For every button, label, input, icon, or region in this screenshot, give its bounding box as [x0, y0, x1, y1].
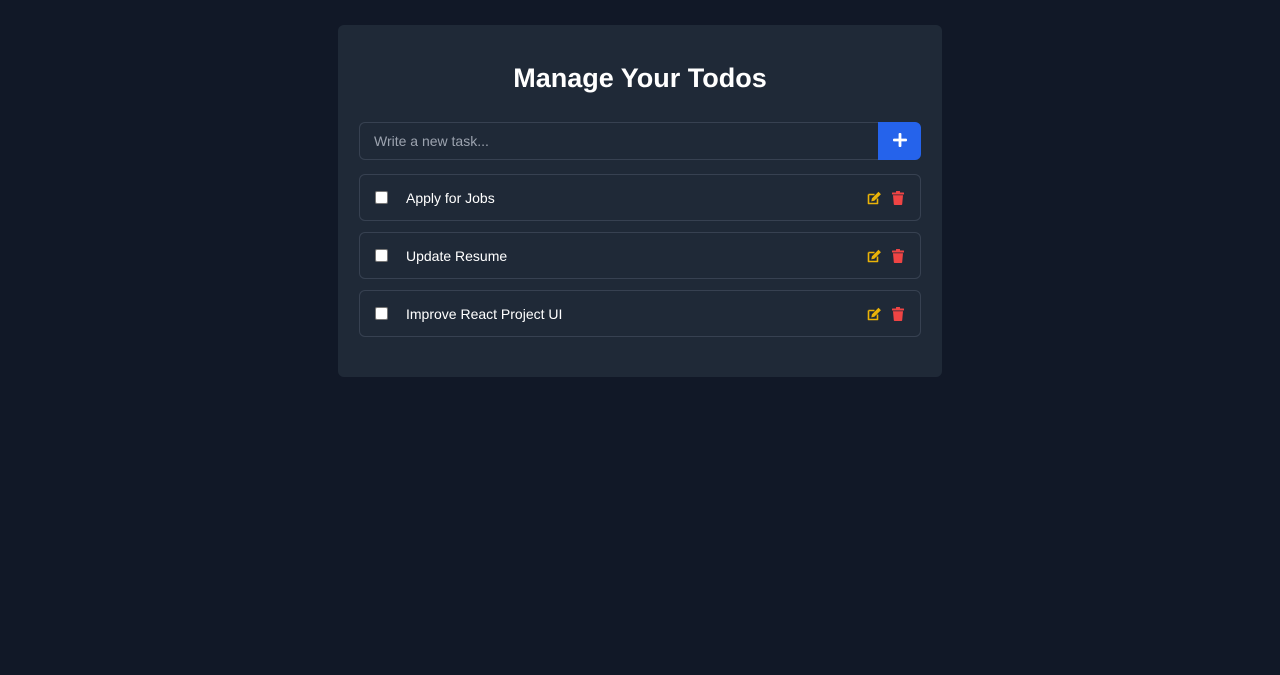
trash-icon[interactable] — [890, 190, 906, 206]
todo-card: Manage Your Todos Apply for Jobs — [338, 25, 942, 377]
todo-text: Update Resume — [406, 247, 508, 264]
new-task-input[interactable] — [359, 122, 878, 160]
todo-actions — [866, 248, 906, 264]
todo-item: Apply for Jobs — [359, 174, 921, 221]
add-task-button[interactable] — [878, 122, 921, 160]
todo-text: Apply for Jobs — [406, 189, 495, 206]
trash-icon[interactable] — [890, 306, 906, 322]
todo-text: Improve React Project UI — [406, 305, 563, 322]
todo-checkbox[interactable] — [375, 307, 388, 320]
edit-icon[interactable] — [866, 248, 882, 264]
todo-checkbox[interactable] — [375, 249, 388, 262]
edit-icon[interactable] — [866, 306, 882, 322]
edit-icon[interactable] — [866, 190, 882, 206]
todo-item: Improve React Project UI — [359, 290, 921, 337]
plus-icon — [892, 132, 907, 150]
add-task-form — [359, 122, 921, 160]
todo-actions — [866, 190, 906, 206]
todo-checkbox[interactable] — [375, 191, 388, 204]
todo-actions — [866, 306, 906, 322]
trash-icon[interactable] — [890, 248, 906, 264]
todo-list: Apply for Jobs Update Resume Improve Rea… — [359, 174, 921, 337]
page-title: Manage Your Todos — [513, 63, 767, 93]
todo-item: Update Resume — [359, 232, 921, 279]
